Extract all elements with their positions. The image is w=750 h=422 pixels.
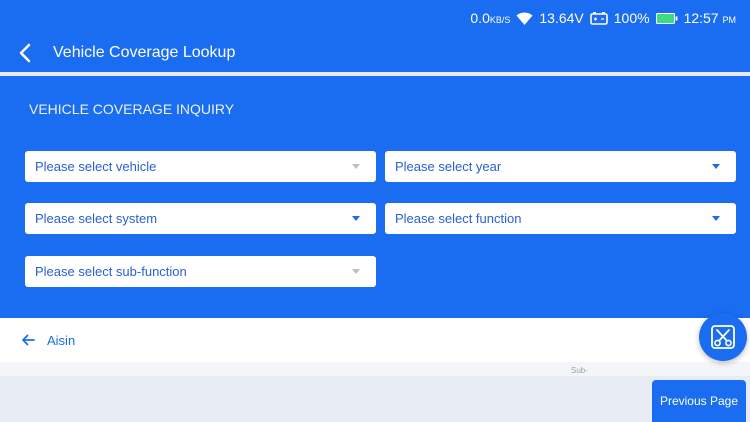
network-speed: 0.0KB/S — [470, 10, 511, 26]
results-area — [0, 376, 750, 422]
chevron-left-icon — [19, 43, 31, 63]
top-bar: 0.0KB/S 13.64V 100% 12:57 PM Vehicle Cov… — [0, 0, 750, 72]
floating-action-button[interactable] — [699, 313, 747, 361]
arrow-left-icon — [22, 334, 35, 346]
table-header-sub: Sub- — [571, 366, 588, 375]
panel-heading: VEHICLE COVERAGE INQUIRY — [29, 101, 235, 117]
breadcrumb: Aisin — [0, 318, 750, 362]
vehicle-select[interactable]: Please select vehicle — [25, 151, 376, 182]
year-select-label: Please select year — [395, 159, 502, 174]
system-select-label: Please select system — [35, 211, 158, 226]
inquiry-panel: VEHICLE COVERAGE INQUIRY Please select v… — [0, 76, 750, 318]
function-select[interactable]: Please select function — [385, 203, 736, 234]
year-select[interactable]: Please select year — [385, 151, 736, 182]
voltage-value: 13.64V — [539, 10, 584, 26]
chevron-down-icon — [352, 164, 360, 169]
wifi-icon — [516, 11, 533, 25]
chevron-down-icon — [712, 164, 720, 169]
sub-function-select[interactable]: Please select sub-function — [25, 256, 376, 287]
breadcrumb-label[interactable]: Aisin — [47, 333, 75, 348]
clock: 12:57 PM — [683, 10, 736, 26]
battery-icon — [655, 12, 678, 24]
system-select[interactable]: Please select system — [25, 203, 376, 234]
chevron-down-icon — [712, 216, 720, 221]
table-header: Sub- — [0, 362, 750, 376]
page-title: Vehicle Coverage Lookup — [53, 44, 236, 61]
previous-page-button[interactable]: Previous Page — [652, 380, 746, 422]
status-bar: 0.0KB/S 13.64V 100% 12:57 PM — [470, 10, 736, 26]
chevron-down-icon — [352, 216, 360, 221]
chevron-down-icon — [352, 269, 360, 274]
vehicle-select-label: Please select vehicle — [35, 159, 157, 174]
battery-percent: 100% — [613, 10, 650, 26]
breadcrumb-back-button[interactable] — [21, 334, 35, 346]
sub-function-select-label: Please select sub-function — [35, 264, 187, 279]
back-button[interactable] — [14, 40, 36, 66]
function-select-label: Please select function — [395, 211, 522, 226]
scissors-icon — [711, 325, 735, 349]
car-battery-icon — [589, 11, 608, 25]
